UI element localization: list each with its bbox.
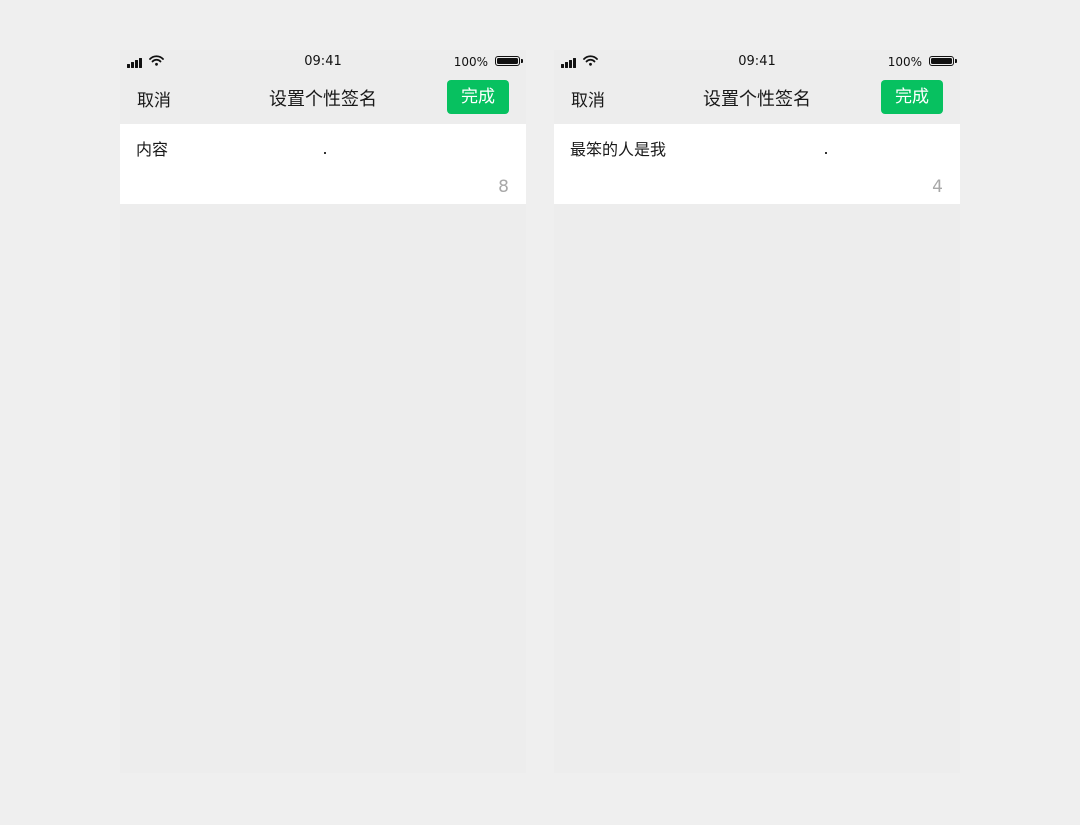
cursor-caret (825, 152, 827, 154)
status-bar: 09:41 100% (554, 50, 960, 74)
signature-input[interactable]: 内容 8 (120, 124, 526, 204)
battery-icon (929, 56, 957, 66)
phone-screen-filled: 09:41 100% 取消 设置个性签名 完成 最笨的人是我 4 (554, 50, 960, 773)
cursor-caret (324, 152, 326, 154)
battery-icon (495, 56, 523, 66)
phone-screen-empty: 09:41 100% 取消 设置个性签名 完成 内容 8 (120, 50, 526, 773)
done-button[interactable]: 完成 (447, 80, 509, 114)
battery-percent: 100% (453, 55, 488, 69)
battery-percent: 100% (887, 55, 922, 69)
remaining-char-count: 4 (932, 177, 943, 197)
signature-text: 最笨的人是我 (570, 140, 667, 159)
signature-text: 内容 (136, 140, 169, 159)
navigation-bar: 取消 设置个性签名 完成 (120, 74, 526, 124)
status-bar: 09:41 100% (120, 50, 526, 74)
remaining-char-count: 8 (498, 177, 509, 197)
signature-input[interactable]: 最笨的人是我 4 (554, 124, 960, 204)
navigation-bar: 取消 设置个性签名 完成 (554, 74, 960, 124)
done-button[interactable]: 完成 (881, 80, 943, 114)
